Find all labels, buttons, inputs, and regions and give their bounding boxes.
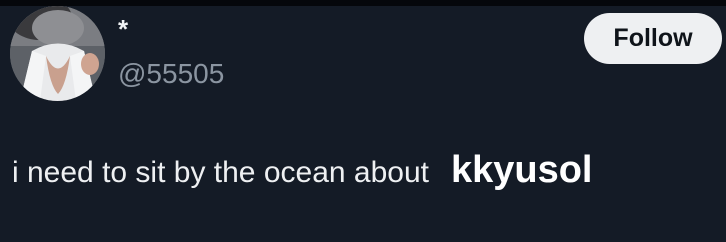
profile-photo-icon — [10, 6, 105, 101]
user-handle[interactable]: @55505 — [118, 58, 224, 90]
tweet-text: i need to sit by the ocean about — [12, 156, 429, 189]
tweet-body: i need to sit by the ocean about kkyusol — [12, 150, 593, 193]
name-overlay-text: kkyusol — [450, 149, 593, 191]
follow-button[interactable]: Follow — [584, 13, 722, 64]
tweet-card: * @55505 Follow i need to sit by the oce… — [0, 0, 726, 242]
display-name[interactable]: * — [118, 16, 128, 42]
avatar[interactable] — [10, 6, 105, 101]
